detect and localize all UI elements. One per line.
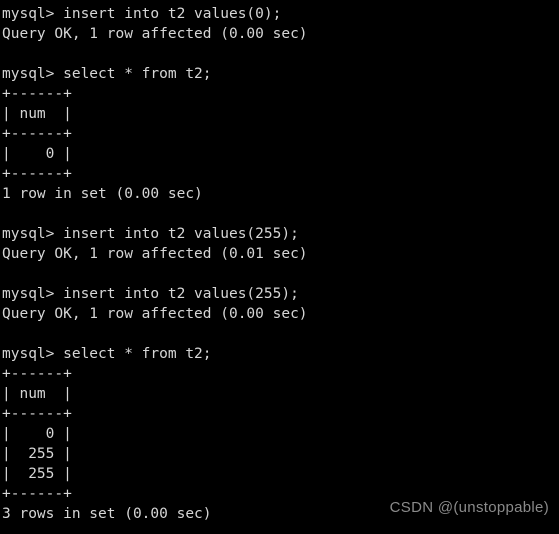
terminal-window[interactable]: mysql> insert into t2 values(0); Query OK… <box>0 0 559 534</box>
terminal-line: | num | <box>2 386 72 402</box>
terminal-line: Query OK, 1 row affected (0.00 sec) <box>2 306 308 322</box>
terminal-line: mysql> insert into t2 values(255); <box>2 226 299 242</box>
terminal-line: +------+ <box>2 406 72 422</box>
terminal-line: +------+ <box>2 86 72 102</box>
terminal-line: Query OK, 1 row affected (0.00 sec) <box>2 26 308 42</box>
terminal-line: mysql> insert into t2 values(255); <box>2 286 299 302</box>
csdn-watermark: CSDN @(unstoppable) <box>389 499 549 516</box>
terminal-line: +------+ <box>2 366 72 382</box>
terminal-line: | 0 | <box>2 426 72 442</box>
terminal-line: Query OK, 1 row affected (0.01 sec) <box>2 246 308 262</box>
terminal-line: | 255 | <box>2 466 72 482</box>
terminal-line: +------+ <box>2 166 72 182</box>
terminal-line: +------+ <box>2 126 72 142</box>
terminal-line: | num | <box>2 106 72 122</box>
terminal-line: mysql> select * from t2; <box>2 346 212 362</box>
terminal-line: | 255 | <box>2 446 72 462</box>
terminal-line: mysql> select * from t2; <box>2 66 212 82</box>
terminal-output[interactable]: mysql> insert into t2 values(0); Query OK… <box>2 4 559 524</box>
terminal-line: | 0 | <box>2 146 72 162</box>
terminal-line: mysql> insert into t2 values(0); <box>2 6 282 22</box>
terminal-line: 1 row in set (0.00 sec) <box>2 186 203 202</box>
